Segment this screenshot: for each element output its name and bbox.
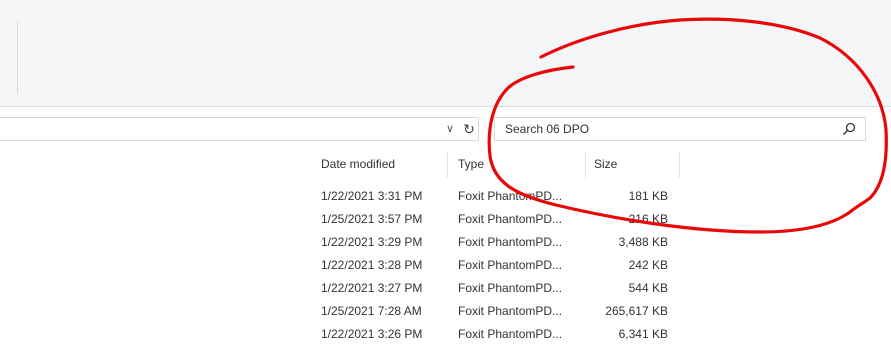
file-row[interactable]: 1/22/2021 3:28 PM Foxit PhantomPD... 242…	[0, 255, 891, 276]
file-date: 1/25/2021 7:28 AM	[321, 304, 422, 318]
file-size: 3,488 KB	[618, 235, 668, 249]
column-header-date[interactable]: Date modified	[321, 149, 395, 179]
file-type: Foxit PhantomPD...	[458, 258, 563, 272]
column-header-type[interactable]: Type	[458, 149, 484, 179]
ribbon	[0, 0, 891, 107]
file-row[interactable]: 1/22/2021 3:29 PM Foxit PhantomPD... 3,4…	[0, 232, 891, 253]
file-date: 1/22/2021 3:26 PM	[321, 327, 423, 341]
search-box[interactable]: Search 06 DPO	[494, 117, 866, 141]
file-type: Foxit PhantomPD...	[458, 235, 563, 249]
file-date: 1/22/2021 3:29 PM	[321, 235, 423, 249]
file-date: 1/22/2021 3:28 PM	[321, 258, 423, 272]
file-row[interactable]: 1/22/2021 3:31 PM Foxit PhantomPD... 181…	[0, 186, 891, 207]
file-row[interactable]: 1/22/2021 3:26 PM Foxit PhantomPD... 6,3…	[0, 324, 891, 345]
file-size: 181 KB	[628, 189, 668, 203]
file-type: Foxit PhantomPD...	[458, 327, 563, 341]
search-icon[interactable]	[841, 121, 857, 137]
file-date: 1/22/2021 3:31 PM	[321, 189, 423, 203]
file-size: 242 KB	[628, 258, 668, 272]
file-type: Foxit PhantomPD...	[458, 189, 563, 203]
file-size: 544 KB	[628, 281, 668, 295]
file-row[interactable]: 1/22/2021 3:27 PM Foxit PhantomPD... 544…	[0, 278, 891, 299]
address-row: ∨ ↻ Search 06 DPO	[0, 107, 891, 149]
file-row[interactable]: 1/25/2021 7:28 AM Foxit PhantomPD... 265…	[0, 301, 891, 322]
file-type: Foxit PhantomPD...	[458, 304, 563, 318]
ribbon-divider	[17, 22, 18, 94]
column-divider[interactable]	[585, 152, 586, 178]
column-divider[interactable]	[679, 152, 680, 178]
file-type: Foxit PhantomPD...	[458, 281, 563, 295]
file-type: Foxit PhantomPD...	[458, 212, 563, 226]
file-size: 216 KB	[628, 212, 668, 226]
chevron-down-icon[interactable]: ∨	[443, 121, 457, 137]
column-divider[interactable]	[447, 152, 448, 178]
file-date: 1/22/2021 3:27 PM	[321, 281, 423, 295]
file-size: 265,617 KB	[605, 304, 668, 318]
refresh-icon[interactable]: ↻	[461, 120, 477, 138]
file-size: 6,341 KB	[618, 327, 668, 341]
file-date: 1/25/2021 3:57 PM	[321, 212, 423, 226]
search-input[interactable]: Search 06 DPO	[505, 122, 589, 136]
address-bar[interactable]	[0, 117, 479, 141]
column-header-size[interactable]: Size	[594, 149, 617, 179]
file-row[interactable]: 1/25/2021 3:57 PM Foxit PhantomPD... 216…	[0, 209, 891, 230]
